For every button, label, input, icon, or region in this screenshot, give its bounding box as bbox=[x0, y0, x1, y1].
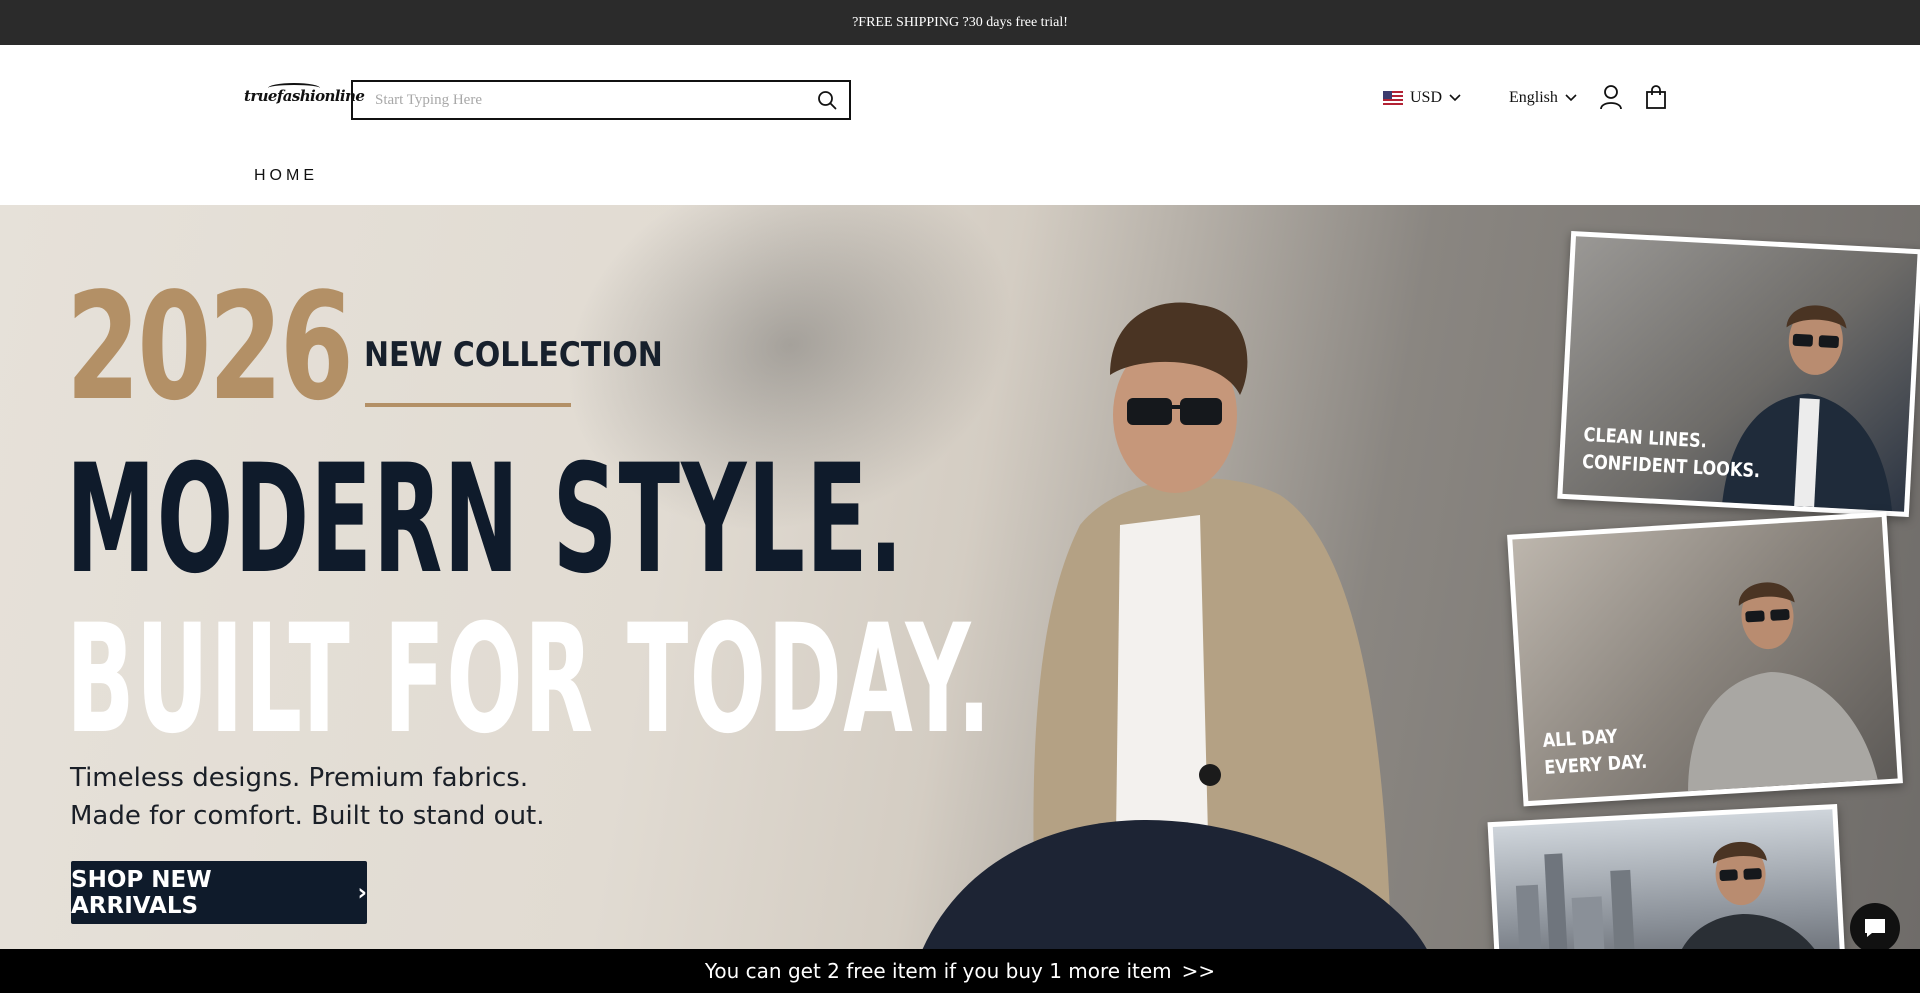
hero-tagline-1: Timeless designs. Premium fabrics. bbox=[70, 763, 529, 793]
announcement-bar: ?FREE SHIPPING ?30 days free trial! bbox=[0, 0, 1920, 45]
currency-label: USD bbox=[1410, 89, 1443, 106]
hero-panel-2: ALL DAY EVERY DAY. bbox=[1507, 511, 1903, 807]
hero-headline-1: MODERN STYLE. bbox=[66, 433, 905, 607]
shop-new-arrivals-button[interactable]: SHOP NEW ARRIVALS › bbox=[71, 861, 367, 924]
promo-arrow: >> bbox=[1181, 959, 1216, 983]
promo-text: You can get 2 free item if you buy 1 mor… bbox=[704, 959, 1172, 983]
nav-item-home[interactable]: HOME bbox=[254, 167, 318, 185]
hero-year: 2026 bbox=[66, 261, 354, 433]
cart-icon[interactable] bbox=[1645, 84, 1667, 110]
panel-3-image bbox=[1515, 841, 1832, 949]
hero-headline-2: BUILT FOR TODAY. bbox=[66, 593, 993, 767]
account-icon[interactable] bbox=[1599, 84, 1623, 110]
chat-bubble-icon[interactable] bbox=[1850, 903, 1900, 949]
search-icon[interactable] bbox=[805, 82, 849, 118]
hero-subtitle: NEW COLLECTION bbox=[364, 335, 663, 375]
chevron-down-icon bbox=[1449, 89, 1461, 107]
site-header: truefashionline USD English HOME bbox=[0, 45, 1920, 205]
chevron-down-icon bbox=[1565, 89, 1577, 107]
subtitle-rule bbox=[365, 403, 571, 407]
hero-panel-1: CLEAN LINES. CONFIDENT LOOKS. bbox=[1557, 230, 1920, 518]
site-logo[interactable]: truefashionline bbox=[244, 87, 365, 105]
panel-1-label: CLEAN LINES. CONFIDENT LOOKS. bbox=[1581, 422, 1762, 484]
search-input[interactable] bbox=[353, 82, 805, 118]
search-box bbox=[351, 80, 851, 120]
promo-bar[interactable]: You can get 2 free item if you buy 1 mor… bbox=[0, 949, 1920, 993]
language-label: English bbox=[1509, 89, 1558, 106]
announcement-text: ?FREE SHIPPING ?30 days free trial! bbox=[852, 14, 1068, 30]
currency-selector[interactable]: USD bbox=[1383, 89, 1461, 107]
chevron-right-icon: › bbox=[357, 879, 367, 906]
hero-tagline-2: Made for comfort. Built to stand out. bbox=[70, 801, 545, 831]
panel-2-label: ALL DAY EVERY DAY. bbox=[1542, 722, 1648, 781]
hero-banner[interactable]: 2026 NEW COLLECTION MODERN STYLE. BUILT … bbox=[0, 205, 1920, 949]
cta-label: SHOP NEW ARRIVALS bbox=[71, 866, 212, 919]
us-flag-icon bbox=[1383, 91, 1403, 105]
hero-panel-3 bbox=[1487, 803, 1847, 949]
language-selector[interactable]: English bbox=[1509, 89, 1577, 107]
